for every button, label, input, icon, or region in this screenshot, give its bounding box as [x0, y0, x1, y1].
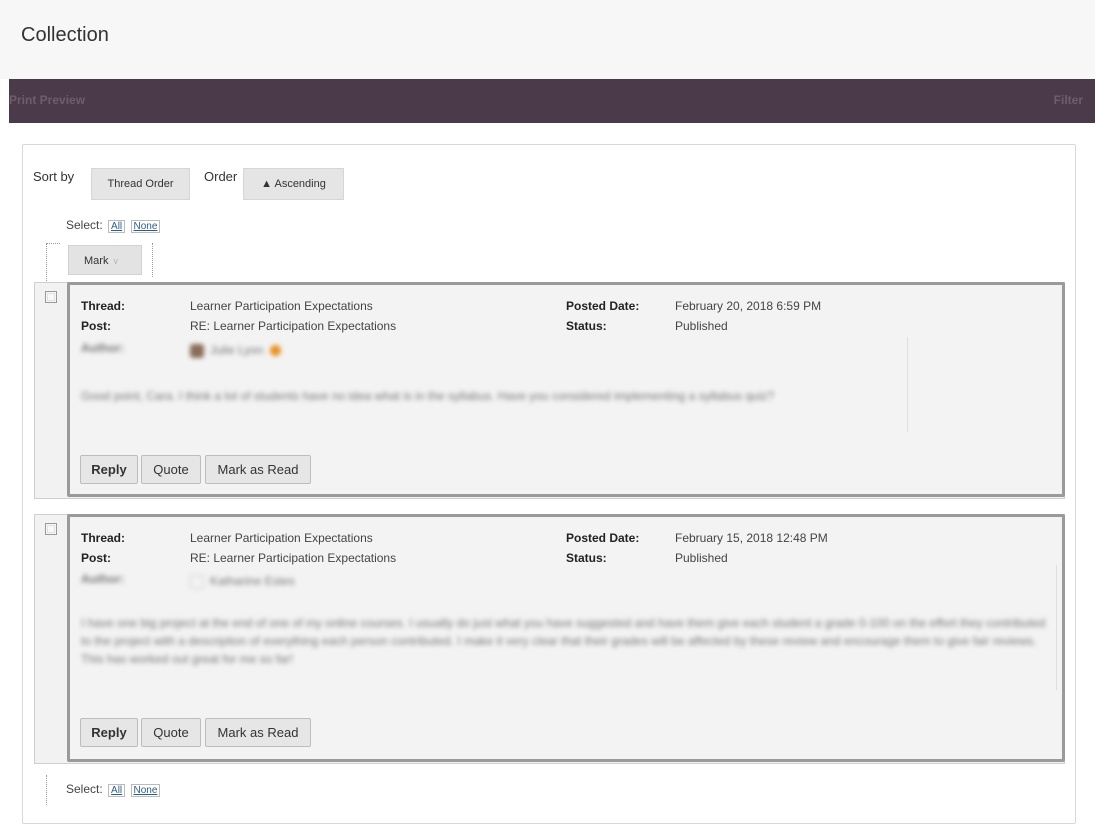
sort-by-select[interactable]: Thread Order	[91, 168, 190, 200]
order-select[interactable]: ▲ Ascending	[243, 168, 344, 200]
tree-connector-arrow	[46, 243, 60, 244]
select-line-bottom: Select: All None	[66, 782, 161, 797]
status-value: Published	[675, 319, 728, 333]
posted-date-label: Posted Date:	[566, 299, 640, 313]
posted-date-value: February 15, 2018 12:48 PM	[675, 531, 828, 545]
sort-by-label: Sort by	[33, 169, 75, 184]
role-badge-icon	[269, 345, 281, 357]
status-label: Status:	[566, 319, 607, 333]
post-body: I have one big project at the end of one…	[81, 616, 1046, 666]
post-label: Post:	[81, 319, 111, 333]
mark-menu-label: Mark	[84, 255, 109, 267]
thread-value: Learner Participation Expectations	[190, 299, 373, 313]
post-checkbox[interactable]	[45, 291, 57, 303]
page-title: Collection	[21, 24, 109, 46]
action-bar: Print Preview Filter	[9, 79, 1095, 123]
tree-connector	[46, 775, 47, 805]
author-label: Author:	[81, 341, 125, 355]
select-all-link[interactable]: All	[108, 784, 126, 797]
select-line-top: Select: All None	[66, 218, 161, 233]
avatar	[190, 574, 204, 589]
divider	[907, 337, 908, 432]
posted-date-value: February 20, 2018 6:59 PM	[675, 299, 822, 313]
chevron-down-icon: ∨	[112, 256, 120, 266]
select-none-link[interactable]: None	[130, 784, 161, 797]
select-label: Select:	[66, 782, 103, 796]
thread-label: Thread:	[81, 299, 126, 313]
mark-menu-button[interactable]: Mark ∨	[68, 245, 142, 275]
post-body: Good point, Cara. I think a lot of stude…	[81, 389, 775, 403]
select-none-link[interactable]: None	[130, 220, 161, 233]
posted-date-label: Posted Date:	[566, 531, 640, 545]
mark-as-read-button[interactable]: Mark as Read	[205, 718, 311, 747]
author-name: Julie Lyon	[210, 343, 264, 357]
quote-button[interactable]: Quote	[141, 718, 201, 747]
select-label: Select:	[66, 218, 103, 232]
thread-value: Learner Participation Expectations	[190, 531, 373, 545]
post-value: RE: Learner Participation Expectations	[190, 551, 397, 565]
print-preview-link[interactable]: Print Preview	[9, 93, 85, 107]
avatar	[190, 343, 204, 358]
reply-button[interactable]: Reply	[80, 718, 138, 747]
author-value: Julie Lyon	[190, 343, 281, 358]
author-name: Katharine Estes	[210, 574, 295, 588]
author-value: Katharine Estes	[190, 574, 295, 589]
select-all-link[interactable]: All	[108, 220, 126, 233]
mark-divider	[152, 243, 153, 277]
status-value: Published	[675, 551, 728, 565]
page-header: Collection	[0, 0, 1095, 79]
post-label: Post:	[81, 551, 111, 565]
thread-label: Thread:	[81, 531, 126, 545]
status-label: Status:	[566, 551, 607, 565]
author-label: Author:	[81, 572, 125, 586]
quote-button[interactable]: Quote	[141, 455, 201, 484]
post-value: RE: Learner Participation Expectations	[190, 319, 397, 333]
mark-as-read-button[interactable]: Mark as Read	[205, 455, 311, 484]
order-label: Order	[204, 169, 238, 184]
filter-link[interactable]: Filter	[1054, 93, 1083, 107]
divider	[1056, 565, 1057, 690]
reply-button[interactable]: Reply	[80, 455, 138, 484]
tree-connector	[46, 243, 47, 281]
post-checkbox[interactable]	[45, 523, 57, 535]
